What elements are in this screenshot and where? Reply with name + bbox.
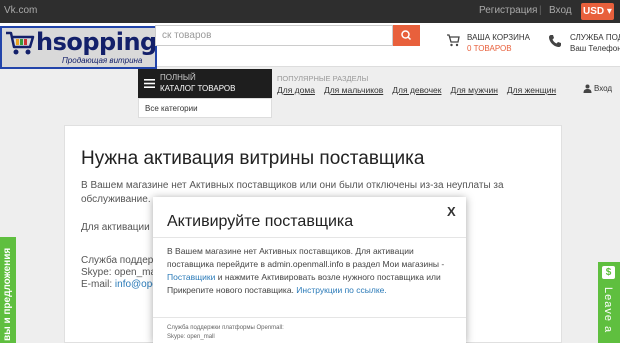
top-bar: Vk.com Регистрация | Вход USD ▾ xyxy=(0,0,620,23)
support-email-link[interactable]: info@ope xyxy=(115,279,158,290)
modal-footer-skype: Skype: open_mall xyxy=(167,334,215,340)
search-button[interactable] xyxy=(393,25,420,46)
activate-supplier-modal: X Активируйте поставщика В Вашем магазин… xyxy=(153,197,466,343)
leave-message-tab[interactable]: $ Leave a xyxy=(598,262,620,343)
instructions-link[interactable]: Инструкции по ссылке. xyxy=(296,285,386,295)
logo-wordmark: hsopping xyxy=(36,28,157,56)
login-right-link[interactable]: Вход xyxy=(594,84,612,93)
cart-count[interactable]: 0 ТОВАРОВ xyxy=(467,44,512,53)
email-prefix: E-mail: xyxy=(81,279,115,290)
topbar-separator: | xyxy=(539,5,542,16)
modal-body: В Вашем магазине нет Активных поставщико… xyxy=(167,245,457,297)
support-label: СЛУЖБА ПОД xyxy=(570,33,620,42)
suppliers-link[interactable]: Поставщики xyxy=(167,272,215,282)
nav-link-home[interactable]: Для дома xyxy=(277,85,315,95)
catalog-label-line1: ПОЛНЫЙ xyxy=(160,73,196,82)
site-logo[interactable]: hsopping Продающая витрина xyxy=(0,26,157,69)
leave-tab-label: Leave a xyxy=(602,287,614,334)
modal-footer-divider xyxy=(153,317,466,318)
search-input[interactable]: ск товаров xyxy=(155,25,393,46)
cart-icon[interactable] xyxy=(446,33,460,47)
register-link[interactable]: Регистрация xyxy=(479,5,537,16)
nav-link-girls[interactable]: Для девочек xyxy=(392,85,441,95)
catalog-label-line2: КАТАЛОГ ТОВАРОВ xyxy=(160,84,236,93)
search-icon xyxy=(401,30,412,41)
support-phone: Ваш Телефон xyxy=(570,44,620,53)
nav-link-men[interactable]: Для мужчин xyxy=(450,85,497,95)
close-button[interactable]: X xyxy=(447,204,456,219)
cart-label[interactable]: ВАША КОРЗИНА xyxy=(467,33,530,42)
modal-footer-support: Служба поддержки платформы Openmall: xyxy=(167,325,284,331)
menu-icon xyxy=(144,79,155,88)
popular-sections-label: ПОПУЛЯРНЫЕ РАЗДЕЛЫ xyxy=(277,74,369,83)
popular-nav: Для дома Для мальчиков Для девочек Для мужч… xyxy=(277,85,565,95)
shopping-cart-logo-icon xyxy=(6,31,35,55)
currency-dropdown[interactable]: USD ▾ xyxy=(581,3,614,20)
modal-divider xyxy=(153,237,466,238)
modal-title: Активируйте поставщика xyxy=(167,213,354,230)
nav-link-boys[interactable]: Для мальчиков xyxy=(324,85,383,95)
dollar-icon: $ xyxy=(602,266,615,279)
modal-body-text: В Вашем магазине нет Активных поставщико… xyxy=(167,246,445,269)
user-icon[interactable] xyxy=(583,84,592,93)
full-catalog-button[interactable]: ПОЛНЫЙ КАТАЛОГ ТОВАРОВ xyxy=(138,69,272,98)
all-categories-item[interactable]: Все категории xyxy=(138,98,272,118)
nav-link-women[interactable]: Для женщин xyxy=(507,85,556,95)
feedback-tab-label: вы и предложения xyxy=(2,247,13,341)
site-link[interactable]: Vk.com xyxy=(4,5,37,16)
logo-tagline: Продающая витрина xyxy=(62,56,143,65)
login-link[interactable]: Вход xyxy=(549,5,572,16)
feedback-tab[interactable]: вы и предложения xyxy=(0,237,16,343)
phone-icon xyxy=(549,35,561,47)
page-title: Нужна активация витрины поставщика xyxy=(81,148,425,169)
